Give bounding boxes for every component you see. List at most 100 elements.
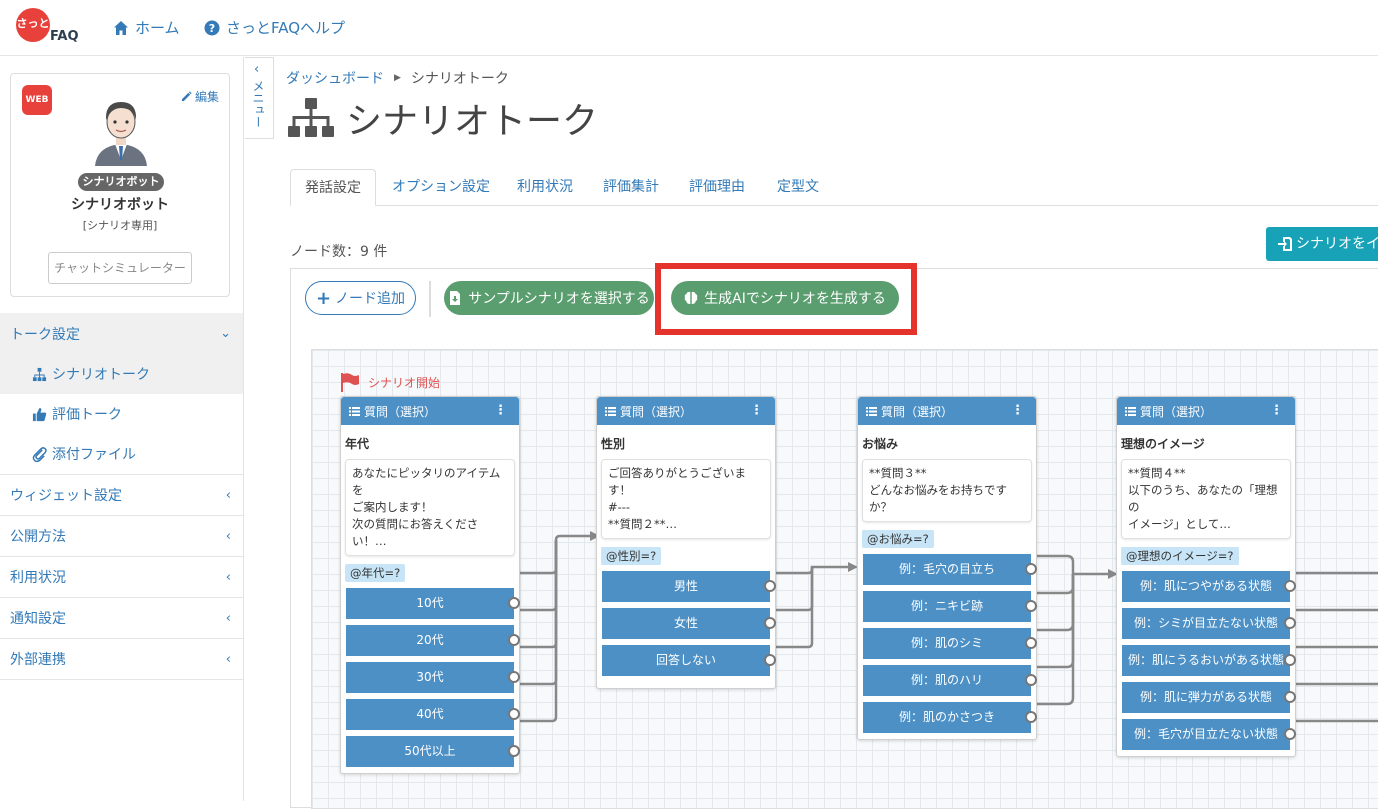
connector-port[interactable] [508,708,520,720]
menu-group-label: トーク設定 [10,326,80,343]
tab-templates[interactable]: 定型文 [768,169,828,206]
sidebar-item-scenario-talk[interactable]: シナリオトーク [0,354,243,394]
node-option[interactable]: 30代 [346,662,520,693]
option-label: 例：肌のかさつき [898,710,995,724]
sidebar-item-attachments[interactable]: 添付ファイル [0,434,243,474]
node-header[interactable]: 質問（選択） ⋮ [341,397,519,425]
option-label: 50代以上 [404,744,456,758]
node-option[interactable]: 例：シミが目立たない状態 [1122,608,1296,639]
node-option[interactable]: 例：肌のシミ [863,628,1037,659]
connector-port[interactable] [1025,637,1037,649]
menu-group-integrations[interactable]: 外部連携 ‹ [0,639,243,680]
connector-port[interactable] [1284,728,1296,740]
node-header[interactable]: 質問（選択） ⋮ [858,397,1036,425]
sidebar-item-rating-talk[interactable]: 評価トーク [0,394,243,434]
chevron-left-icon: ‹ [225,570,231,585]
flow-canvas[interactable]: シナリオ開始 質問（選択） ⋮ 年代 あなたにピッタリのアイテムを ご案内します… [311,349,1378,809]
breadcrumb-current: シナリオトーク [410,71,509,87]
menu-group-publish[interactable]: 公開方法 ‹ [0,516,243,557]
breadcrumb-dashboard[interactable]: ダッシュボード [286,68,384,88]
connector-port[interactable] [1025,711,1037,723]
connector-port[interactable] [1284,654,1296,666]
node-option[interactable]: 20代 [346,625,520,656]
node-option[interactable]: 10代 [346,588,520,619]
node-type-label: 質問（選択） [620,404,693,419]
role-badge: シナリオボット [78,173,164,191]
node-option[interactable]: 例：ニキビ跡 [863,591,1037,622]
node-option[interactable]: 例：肌に弾力がある状態 [1122,682,1296,713]
sitemap-icon [32,367,47,381]
menu-collapse-toggle[interactable]: ‹ メニュー [245,57,274,139]
tab-rating-reasons[interactable]: 評価理由 [682,169,752,206]
menu-group-talk-settings[interactable]: トーク設定 ⌄ [0,313,243,354]
scenario-node[interactable]: 質問（選択） ⋮ 理想のイメージ **質問４** 以下のうち、あなたの「理想の … [1116,396,1296,757]
add-node-button[interactable]: + ノード追加 [305,281,416,315]
edit-profile-link[interactable]: 編集 [181,88,219,105]
chevron-left-icon: ‹ [225,529,231,544]
node-header[interactable]: 質問（選択） ⋮ [1117,397,1295,425]
tab-rating-summary[interactable]: 評価集計 [596,169,666,206]
node-option[interactable]: 50代以上 [346,736,520,767]
option-label: 例：毛穴の目立ち [898,562,995,576]
node-option[interactable]: 例：毛穴が目立たない状態 [1122,719,1296,750]
menu-group-widget-settings[interactable]: ウィジェット設定 ‹ [0,475,243,516]
node-variable: @お悩み=? [862,530,934,548]
scenario-node[interactable]: 質問（選択） ⋮ 年代 あなたにピッタリのアイテムを ご案内します！ 次の質問に… [340,396,520,774]
kebab-menu-icon[interactable]: ⋮ [1270,403,1283,418]
node-option[interactable]: 例：毛穴の目立ち [863,554,1037,585]
select-sample-scenario-button[interactable]: サンプルシナリオを選択する [444,281,654,315]
chat-simulator-button[interactable]: チャットシミュレーター [48,252,192,284]
kebab-menu-icon[interactable]: ⋮ [1011,403,1024,418]
bot-avatar [95,102,147,166]
connector-port[interactable] [508,597,520,609]
paperclip-icon [32,446,47,462]
home-link[interactable]: ホーム [113,17,180,38]
scenario-node[interactable]: 質問（選択） ⋮ お悩み **質問３** どんなお悩みをお持ちですか？ @お悩み… [857,396,1037,740]
kebab-menu-icon[interactable]: ⋮ [750,403,763,418]
tab-utterance-settings[interactable]: 発話設定 [290,169,376,206]
option-label: 例：肌にうるおいがある状態 [1127,653,1284,667]
app-logo[interactable]: さっと FAQ [14,8,80,48]
connector-port[interactable] [1284,580,1296,592]
node-option[interactable]: 40代 [346,699,520,730]
node-option[interactable]: 例：肌につやがある状態 [1122,571,1296,602]
help-link-label: さっとFAQヘルプ [226,19,346,37]
connector-port[interactable] [508,745,520,757]
connector-port[interactable] [1025,674,1037,686]
node-message: あなたにピッタリのアイテムを ご案内します！ 次の質問にお答えください！… [345,459,515,556]
caret-right-icon: ▶ [394,73,401,83]
node-option[interactable]: 女性 [602,608,776,639]
help-link[interactable]: ? さっとFAQヘルプ [204,17,345,38]
node-option[interactable]: 例：肌のハリ [863,665,1037,696]
connector-port[interactable] [764,617,776,629]
connector-port[interactable] [764,580,776,592]
node-option[interactable]: 例：肌にうるおいがある状態 [1122,645,1296,676]
node-header[interactable]: 質問（選択） ⋮ [597,397,775,425]
thumbs-up-icon [32,407,47,421]
list-icon [349,406,360,416]
connector-port[interactable] [1025,563,1037,575]
sidebar-menu: トーク設定 ⌄ シナリオトーク 評価トーク 添付ファイル ウィジェット設定 ‹ … [0,313,243,680]
menu-group-usage[interactable]: 利用状況 ‹ [0,557,243,598]
tab-option-settings[interactable]: オプション設定 [384,169,498,206]
connector-port[interactable] [508,634,520,646]
connector-port[interactable] [1284,691,1296,703]
connector-port[interactable] [1284,617,1296,629]
menu-group-label: 利用状況 [10,570,66,586]
node-option[interactable]: 例：肌のかさつき [863,702,1037,733]
node-option[interactable]: 男性 [602,571,776,602]
import-scenario-button[interactable]: シナリオをイ [1266,227,1378,261]
tab-usage[interactable]: 利用状況 [510,169,580,206]
option-label: 例：肌に弾力がある状態 [1139,690,1272,704]
connector-port[interactable] [764,654,776,666]
connector-port[interactable] [508,671,520,683]
menu-group-notifications[interactable]: 通知設定 ‹ [0,598,243,639]
option-label: 10代 [416,596,444,610]
connector-port[interactable] [1025,600,1037,612]
option-label: 例：肌につやがある状態 [1139,579,1272,593]
kebab-menu-icon[interactable]: ⋮ [494,403,507,418]
file-download-icon [450,291,461,305]
scenario-node[interactable]: 質問（選択） ⋮ 性別 ご回答ありがとうございます！ #--- **質問２**…… [596,396,776,689]
scenario-start-label: シナリオ開始 [368,375,441,390]
node-option[interactable]: 回答しない [602,645,776,676]
